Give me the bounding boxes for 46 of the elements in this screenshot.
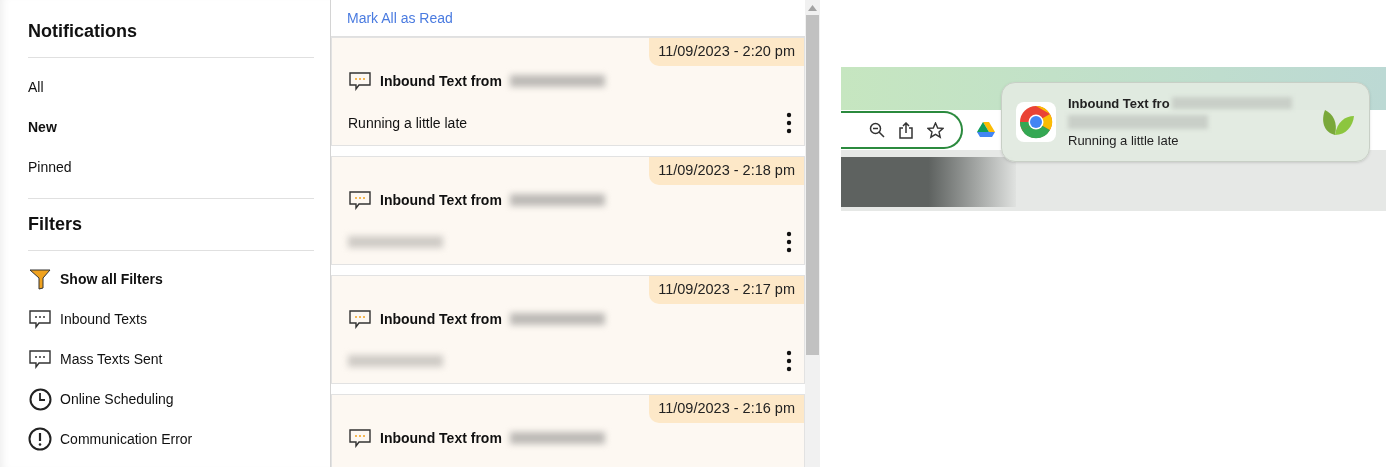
chat-icon [348,309,372,329]
star-icon[interactable] [927,121,944,139]
notification-card[interactable]: 11/09/2023 - 2:20 pm Inbound Text from Running a little late [331,37,805,146]
section-heading: Notifications [28,18,314,58]
chat-icon [348,190,372,210]
notification-popup[interactable]: Inbound Text fro Running a little late [1001,82,1370,162]
chrome-icon [1016,102,1056,142]
notification-card[interactable]: 11/09/2023 - 2:16 pm Inbound Text from [331,394,805,467]
chat-icon [348,428,372,448]
more-vertical-icon[interactable] [786,350,792,372]
section-heading: Filters [28,199,314,251]
card-title: Inbound Text from [380,190,502,210]
filter-item[interactable]: Mass Texts Sent [28,347,314,371]
chat-icon [348,71,372,91]
scrollbar[interactable] [805,0,820,467]
filter-item[interactable]: Show all Filters [28,267,314,291]
more-vertical-icon[interactable] [786,112,792,134]
timestamp: 11/09/2023 - 2:16 pm [649,395,804,423]
view-link[interactable]: New [28,117,314,138]
view-link[interactable]: All [28,77,314,98]
mark-all-read-link[interactable]: Mark All as Read [347,7,453,29]
filter-item[interactable]: Inbound Texts [28,307,314,331]
notification-title: Inbound Text fro [1068,94,1170,113]
view-link[interactable]: Pinned [28,157,314,178]
drive-icon[interactable] [977,122,995,138]
filter-item[interactable]: Communication Error [28,427,314,451]
message-text: Running a little late [348,113,468,133]
timestamp: 11/09/2023 - 2:20 pm [649,38,804,66]
alert-icon [28,427,52,451]
chat-icon [28,309,52,329]
card-title: Inbound Text from [380,309,502,329]
scrollbar-thumb[interactable] [806,15,819,355]
card-title: Inbound Text from [380,428,502,448]
more-vertical-icon[interactable] [786,231,792,253]
notification-message: Running a little late [1068,132,1180,150]
funnel-icon [28,268,52,290]
notification-card[interactable]: 11/09/2023 - 2:18 pm Inbound Text from [331,156,805,265]
clock-icon [28,387,52,411]
card-title: Inbound Text from [380,71,502,91]
chat-icon [28,349,52,369]
timestamp: 11/09/2023 - 2:18 pm [649,157,804,185]
share-icon[interactable] [899,121,913,139]
filter-item[interactable]: Online Scheduling [28,387,314,411]
zoom-out-icon[interactable] [869,122,885,138]
notification-card[interactable]: 11/09/2023 - 2:17 pm Inbound Text from [331,275,805,384]
timestamp: 11/09/2023 - 2:17 pm [649,276,804,304]
